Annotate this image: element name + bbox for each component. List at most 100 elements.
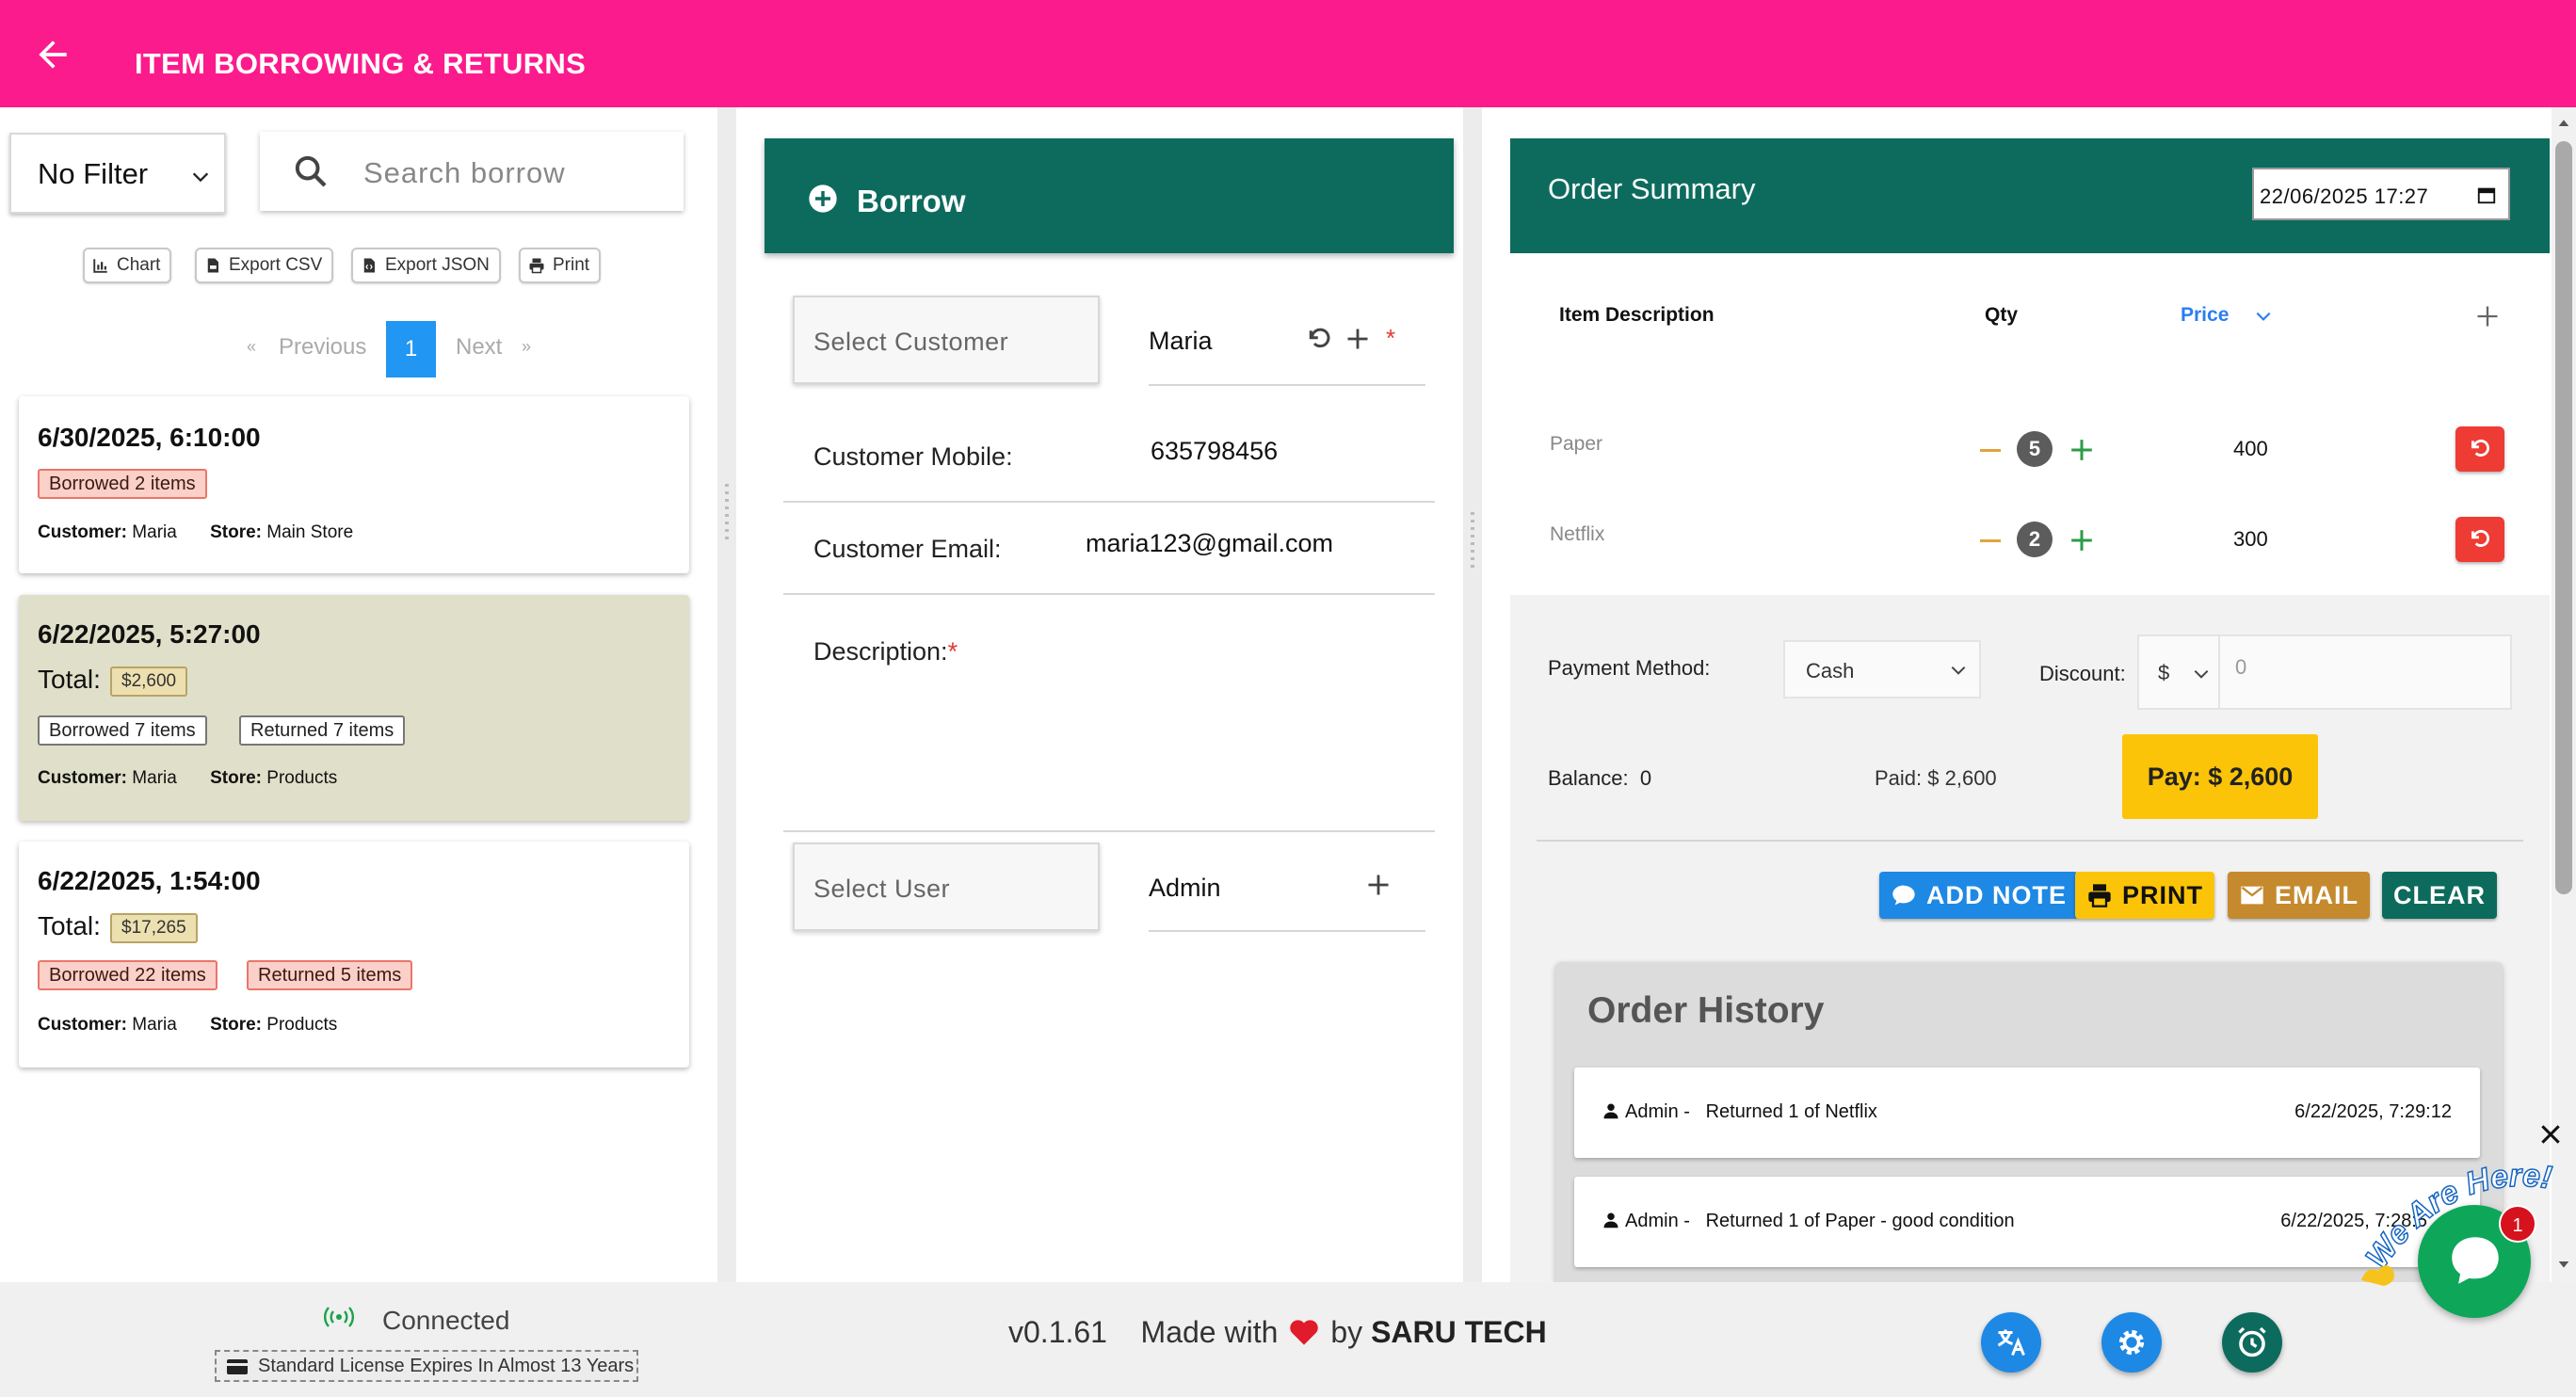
discount-type-select[interactable]: $ — [2137, 634, 2220, 710]
alarm-button[interactable] — [2222, 1312, 2282, 1373]
resize-handle[interactable] — [1471, 512, 1474, 572]
description-textarea[interactable] — [783, 678, 1435, 828]
customer-label: Customer: — [38, 1015, 128, 1035]
balance-value: 0 — [1639, 766, 1652, 790]
balance: Balance: 0 — [1548, 766, 1651, 791]
resize-handle[interactable] — [725, 484, 729, 544]
qty-value: 2 — [2017, 522, 2053, 557]
total-label: Total: — [38, 911, 101, 940]
card-meta: Customer: Maria Store: Products — [38, 1015, 337, 1036]
calendar-icon[interactable] — [2476, 185, 2497, 205]
payment-method-select[interactable]: Cash — [1783, 640, 1981, 698]
chat-unread-badge: 1 — [2499, 1205, 2536, 1243]
heart-icon — [1290, 1320, 1319, 1345]
history-entry: Admin - Returned 1 of Netflix — [1602, 1101, 1877, 1123]
pay-button[interactable]: Pay: $ 2,600 — [2122, 734, 2318, 819]
select-customer-button[interactable]: Select Customer — [793, 296, 1100, 384]
email-button[interactable]: EMAIL — [2228, 872, 2370, 919]
translate-icon — [1997, 1329, 2025, 1357]
made-with-text: Made with — [1140, 1315, 1279, 1349]
page-title: ITEM BORROWING & RETURNS — [135, 47, 587, 80]
divider — [1537, 840, 2523, 842]
col-price[interactable]: Price — [2181, 304, 2229, 327]
mail-icon — [2241, 886, 2263, 905]
customer-name[interactable]: Maria — [1149, 327, 1213, 356]
clear-button[interactable]: CLEAR — [2382, 872, 2497, 919]
broadcast-icon — [324, 1307, 354, 1327]
borrowed-badge: Borrowed 22 items — [38, 960, 217, 990]
undo-icon — [2471, 439, 2489, 457]
reset-icon[interactable] — [1305, 325, 1333, 353]
order-summary-title: Order Summary — [1548, 172, 1756, 205]
next-arrow: » — [522, 337, 532, 356]
mobile-value[interactable]: 635798456 — [1151, 437, 1278, 466]
version: v0.1.61 — [1008, 1315, 1107, 1349]
translate-button[interactable] — [1981, 1312, 2041, 1373]
borrow-card[interactable]: 6/30/2025, 6:10:00 Borrowed 2 items Cust… — [19, 396, 689, 573]
discount-label: Discount: — [2039, 662, 2126, 685]
print-list-button[interactable]: Print — [519, 248, 602, 283]
order-item-row: Paper 5 400 — [1510, 414, 2550, 490]
filter-select[interactable]: No Filter — [9, 133, 226, 214]
add-customer-icon[interactable] — [1344, 326, 1371, 352]
qty-increase-icon[interactable] — [2069, 528, 2094, 553]
settings-button[interactable] — [2101, 1312, 2162, 1373]
required-mark: * — [947, 637, 958, 666]
qty-decrease-button[interactable] — [1980, 539, 2001, 542]
total-badge: $17,265 — [110, 913, 198, 943]
add-user-icon[interactable] — [1365, 872, 1392, 898]
discount-input[interactable]: 0 — [2218, 634, 2512, 710]
customer-label: Customer: — [38, 768, 128, 788]
chart-button[interactable]: Chart — [83, 248, 172, 283]
discount-value: 0 — [2235, 655, 2247, 679]
user-icon — [1603, 1103, 1618, 1119]
qty-decrease-button[interactable] — [1980, 449, 2001, 452]
payment-method-label: Payment Method: — [1548, 656, 1711, 680]
user-icon — [1603, 1212, 1618, 1228]
mobile-label: Customer Mobile: — [813, 442, 1013, 471]
export-csv-button[interactable]: Export CSV — [195, 248, 334, 283]
page-1-button[interactable]: 1 — [386, 321, 436, 377]
divider — [783, 830, 1435, 832]
chevron-down-icon — [1951, 666, 1966, 675]
col-item-description: Item Description — [1559, 304, 1715, 326]
made-with: v0.1.61 Made with by SARU TECH — [1008, 1315, 1547, 1350]
qty-increase-icon[interactable] — [2069, 438, 2094, 462]
card-date: 6/30/2025, 6:10:00 — [38, 423, 261, 452]
prev-label: Previous — [279, 334, 367, 360]
add-note-label: ADD NOTE — [1926, 880, 2067, 909]
return-item-button[interactable] — [2455, 426, 2504, 472]
search-icon — [295, 155, 327, 187]
card-date: 6/22/2025, 1:54:00 — [38, 866, 261, 895]
required-mark: * — [1386, 324, 1396, 352]
email-label: EMAIL — [2275, 880, 2359, 909]
add-note-button[interactable]: ADD NOTE — [1879, 872, 2078, 919]
export-json-button[interactable]: Export JSON — [351, 248, 501, 283]
user-name[interactable]: Admin — [1149, 874, 1221, 903]
chart-icon — [93, 259, 107, 273]
file-code-icon — [363, 258, 375, 273]
search-input[interactable]: Search borrow — [260, 132, 684, 211]
add-circle-icon — [809, 185, 837, 213]
datetime-input[interactable]: 22/06/2025 17:27 — [2252, 168, 2510, 220]
panel-divider[interactable] — [1463, 107, 1482, 1282]
return-item-button[interactable] — [2455, 517, 2504, 562]
select-user-button[interactable]: Select User — [793, 843, 1100, 931]
scroll-up-icon[interactable] — [2555, 115, 2572, 130]
print-label: Print — [553, 255, 590, 275]
print-order-button[interactable]: PRINT — [2075, 872, 2214, 919]
back-arrow-icon[interactable] — [32, 34, 73, 75]
col-qty: Qty — [1985, 304, 2019, 326]
panel-divider[interactable] — [717, 107, 736, 1282]
borrow-card-selected[interactable]: 6/22/2025, 5:27:00 Total: $2,600 Borrowe… — [19, 595, 689, 821]
chevron-down-icon[interactable] — [2254, 307, 2273, 326]
total-badge: $2,600 — [110, 666, 188, 697]
borrow-card[interactable]: 6/22/2025, 1:54:00 Total: $17,265 Borrow… — [19, 842, 689, 1068]
printer-icon — [529, 258, 544, 274]
scrollbar-thumb[interactable] — [2555, 141, 2572, 894]
gear-icon — [2118, 1329, 2145, 1356]
add-item-icon[interactable] — [2474, 303, 2501, 329]
item-name: Netflix — [1550, 523, 1605, 545]
email-value[interactable]: maria123@gmail.com — [1086, 529, 1333, 558]
next-label: Next — [456, 334, 503, 360]
